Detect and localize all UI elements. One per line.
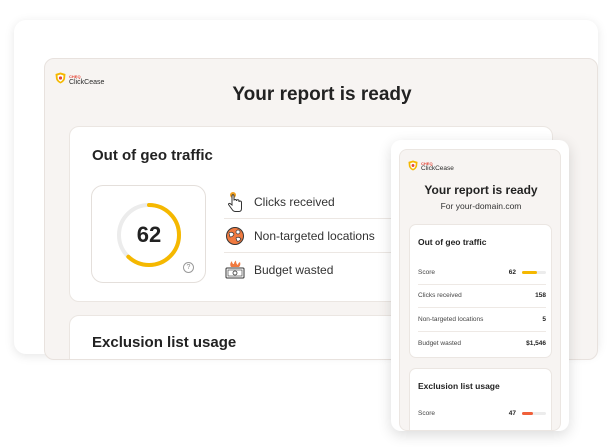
- mobile-exclusion-card: Exclusion list usage Score 47: [409, 368, 552, 430]
- row-label: Score: [418, 268, 435, 276]
- score-bar-fill: [522, 270, 537, 274]
- mobile-row-score: Score 62: [418, 261, 546, 285]
- geo-card-title: Out of geo traffic: [92, 147, 213, 164]
- score-value: 62: [136, 222, 162, 247]
- globe-pin-icon: [224, 225, 246, 247]
- score-bar-fill: [522, 412, 534, 416]
- mobile-geo-card-title: Out of geo traffic: [418, 237, 487, 247]
- row-label: Non-targeted locations: [418, 315, 484, 323]
- row-value: 47: [508, 410, 516, 418]
- exclusion-card-title: Exclusion list usage: [92, 334, 237, 351]
- row-label: Score: [418, 410, 435, 418]
- row-value: 62: [508, 268, 516, 276]
- mobile-page-subtitle: For your-domain.com: [440, 201, 522, 211]
- pointer-hand-icon: [224, 191, 246, 213]
- row-value: 5: [542, 315, 546, 323]
- row-label: Clicks received: [418, 292, 462, 300]
- help-icon[interactable]: ?: [183, 262, 194, 273]
- mobile-geo-rows: Score 62 Clicks received 158 Non-targete…: [418, 261, 546, 355]
- shield-logo-icon: [408, 158, 418, 176]
- mobile-geo-card: Out of geo traffic Score 62 Clicks recei…: [409, 224, 552, 358]
- score-bar: [522, 412, 546, 416]
- mobile-report-panel: CHEQ ClickCease Your report is ready For…: [399, 149, 561, 431]
- mobile-row-locations: Non-targeted locations 5: [418, 308, 546, 332]
- mobile-exclusion-rows: Score 47: [418, 402, 546, 426]
- score-gauge: 62: [114, 200, 184, 270]
- mobile-exclusion-row-score: Score 47: [418, 402, 546, 426]
- mobile-report-window: CHEQ ClickCease Your report is ready For…: [391, 140, 569, 431]
- money-burn-icon: [224, 259, 246, 281]
- brand-logo: CHEQ ClickCease: [408, 158, 454, 176]
- mobile-row-clicks: Clicks received 158: [418, 285, 546, 308]
- score-bar: [522, 270, 546, 274]
- metric-label: Non-targeted locations: [254, 228, 375, 243]
- mobile-exclusion-card-title: Exclusion list usage: [418, 381, 500, 391]
- row-value: 158: [535, 292, 546, 300]
- metric-label: Budget wasted: [254, 263, 334, 277]
- row-value: $1,546: [526, 339, 546, 347]
- metric-label: Clicks received: [254, 194, 335, 209]
- score-box: 62 ?: [91, 185, 206, 283]
- mobile-row-budget: Budget wasted $1,546: [418, 332, 546, 356]
- page-title: Your report is ready: [232, 84, 412, 105]
- brand-name: ClickCease: [421, 164, 454, 172]
- row-label: Budget wasted: [418, 339, 462, 347]
- mobile-page-title: Your report is ready: [424, 183, 538, 197]
